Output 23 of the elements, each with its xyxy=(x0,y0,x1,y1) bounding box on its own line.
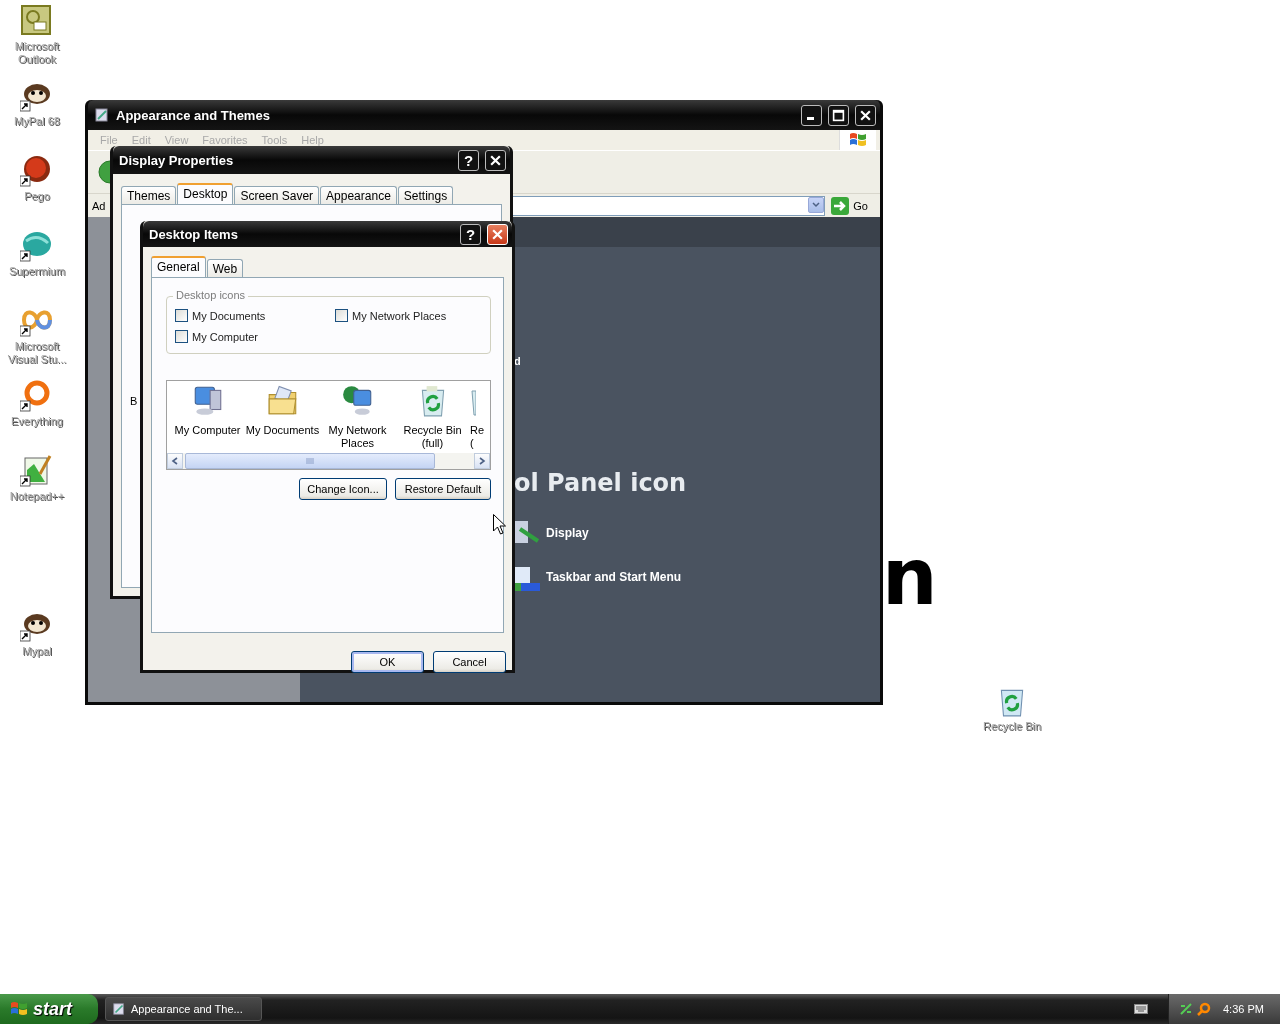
icon-label: My Computer xyxy=(174,424,241,437)
section-heading: ol Panel icon xyxy=(514,469,688,497)
icon-label: Everything xyxy=(10,415,64,428)
dialog-title: Display Properties xyxy=(119,152,235,168)
icon-label: Re ( xyxy=(470,424,486,450)
icon-label: Notepad++ xyxy=(8,490,66,503)
window-title: Appearance and Themes xyxy=(116,107,271,123)
icon-label: MyPal 68 xyxy=(13,115,61,128)
group-title: Desktop icons xyxy=(173,289,249,301)
icon-label: My Network Places xyxy=(327,424,388,450)
icon-label: Pego xyxy=(23,190,51,203)
dialog-title: Desktop Items xyxy=(149,226,239,242)
clock: 4:36 PM xyxy=(1223,1003,1264,1015)
icon-label: My Documents xyxy=(245,424,320,437)
address-label: Ad xyxy=(92,199,107,212)
icon-label: Microsoft Outlook xyxy=(13,40,61,66)
wallpaper-letter: n xyxy=(882,532,938,622)
field-label: B xyxy=(130,395,138,407)
icon-label: Supermium xyxy=(7,265,67,278)
icon-label: Recycle Bin xyxy=(981,720,1043,733)
icon-label: Mypal xyxy=(21,645,53,658)
icon-label: Recycle Bin (full) xyxy=(402,424,463,450)
icon-label: Microsoft Visual Stu... xyxy=(6,340,68,366)
